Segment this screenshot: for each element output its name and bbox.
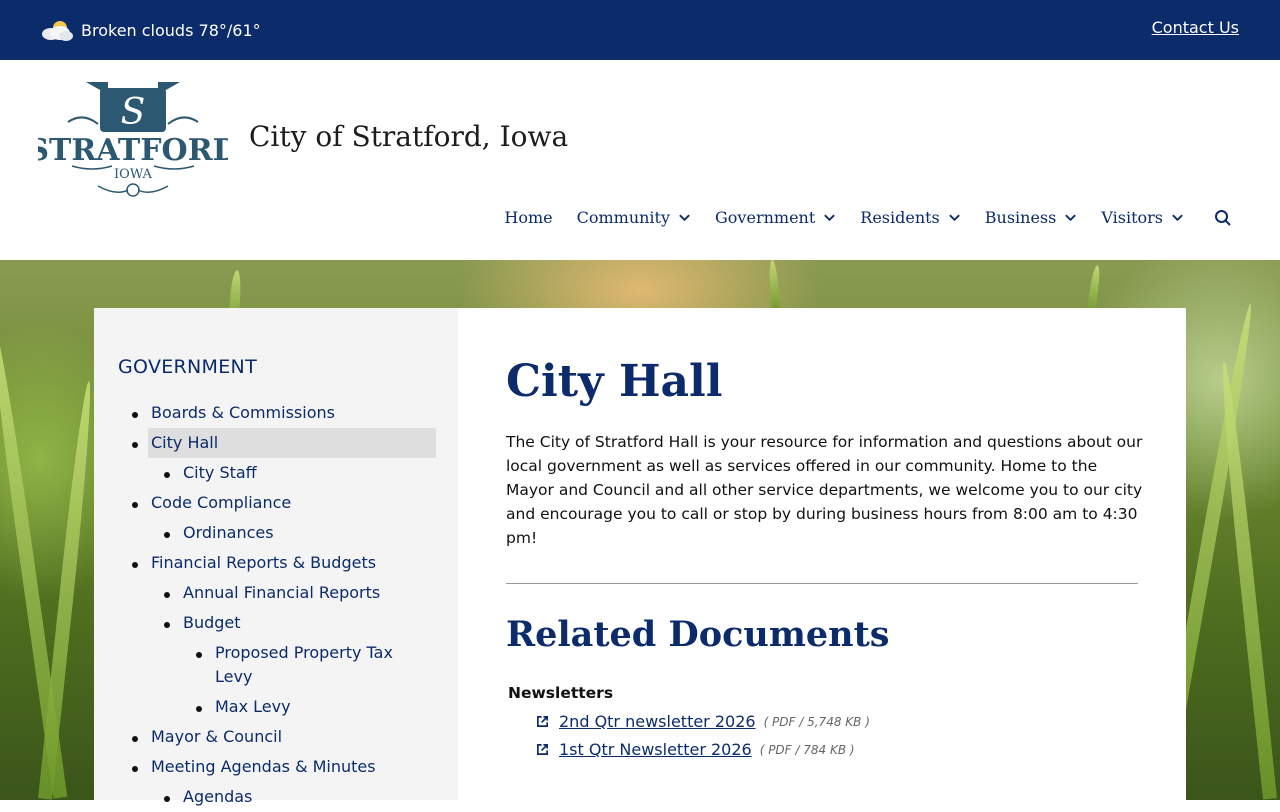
site-title[interactable]: City of Stratford, Iowa xyxy=(249,120,568,153)
nav-label: Community xyxy=(576,208,671,227)
sidebar-item-proposed-property-tax-levy[interactable]: Proposed Property Tax Levy xyxy=(94,638,458,692)
sidebar-item-budget[interactable]: Budget xyxy=(94,608,458,638)
nav-label: Home xyxy=(504,208,553,227)
nav-label: Government xyxy=(715,208,816,227)
sidebar-item-meeting-agendas-minutes[interactable]: Meeting Agendas & Minutes xyxy=(94,752,458,782)
sidebar-item-label: Code Compliance xyxy=(151,493,292,512)
main-navigation: Home Community Government Residents Busi… xyxy=(480,208,1232,227)
svg-text:S: S xyxy=(121,92,146,133)
sidebar-item-label: Ordinances xyxy=(183,523,274,542)
sidebar-item-max-levy[interactable]: Max Levy xyxy=(94,692,458,722)
sidebar-item-label: Max Levy xyxy=(215,697,291,716)
nav-label: Visitors xyxy=(1101,208,1163,227)
document-meta: ( PDF / 784 KB ) xyxy=(759,742,855,757)
site-header: S STRATFORD IOWA City of Stratford, Iowa… xyxy=(0,60,1280,260)
sidebar-item-label-line2: Levy xyxy=(215,667,253,686)
nav-item-government[interactable]: Government xyxy=(715,208,836,227)
sidebar-item-city-hall[interactable]: City Hall xyxy=(94,428,458,458)
nav-item-visitors[interactable]: Visitors xyxy=(1101,208,1184,227)
chevron-down-icon xyxy=(679,214,690,222)
sidebar-item-label: Mayor & Council xyxy=(151,727,283,746)
nav-item-home[interactable]: Home xyxy=(504,208,552,227)
document-link[interactable]: 1st Qtr Newsletter 2026 xyxy=(559,740,752,759)
logo-wordmark: STRATFORD xyxy=(38,133,228,168)
document-item: 2nd Qtr newsletter 2026 ( PDF / 5,748 KB… xyxy=(536,712,870,731)
main-content: City Hall The City of Stratford Hall is … xyxy=(458,308,1186,800)
nav-item-residents[interactable]: Residents xyxy=(860,208,961,227)
search-icon[interactable] xyxy=(1214,209,1232,227)
chevron-down-icon xyxy=(948,214,960,222)
document-item: 1st Qtr Newsletter 2026 ( PDF / 784 KB ) xyxy=(536,740,855,759)
intro-paragraph: The City of Stratford Hall is your resou… xyxy=(506,433,1143,547)
sidebar-item-label: Meeting Agendas & Minutes xyxy=(151,757,376,776)
utility-bar: Broken clouds 78°/61° Contact Us xyxy=(0,0,1280,60)
sidebar-item-label: City Hall xyxy=(151,433,219,452)
external-link-icon xyxy=(537,744,548,755)
sidebar-item-code-compliance[interactable]: Code Compliance xyxy=(94,488,458,518)
sidebar-item-agendas[interactable]: Agendas xyxy=(94,782,458,812)
sidebar-heading: GOVERNMENT xyxy=(118,356,257,378)
cloud-icon xyxy=(40,19,74,41)
related-documents-heading: Related Documents xyxy=(506,614,890,655)
sidebar-item-label: Financial Reports & Budgets xyxy=(151,553,377,572)
sidebar-item-city-staff[interactable]: City Staff xyxy=(94,458,458,488)
nav-item-community[interactable]: Community xyxy=(577,208,691,227)
sidebar-item-label: City Staff xyxy=(183,463,257,482)
weather-widget: Broken clouds 78°/61° xyxy=(40,17,261,43)
contact-us-link[interactable]: Contact Us xyxy=(1152,18,1239,37)
sidebar-nav-list: Boards & Commissions City Hall City Staf… xyxy=(94,398,458,812)
sidebar-item-label: Agendas xyxy=(183,787,253,806)
sidebar-item-label: Budget xyxy=(183,613,241,632)
site-logo[interactable]: S STRATFORD IOWA xyxy=(27,78,239,202)
page-title: City Hall xyxy=(506,356,723,407)
nav-label: Residents xyxy=(860,208,940,227)
sidebar-item-label: Annual Financial Reports xyxy=(183,583,381,602)
chevron-down-icon xyxy=(1172,214,1183,222)
sidebar-item-ordinances[interactable]: Ordinances xyxy=(94,518,458,548)
nav-label: Business xyxy=(984,208,1057,227)
document-link[interactable]: 2nd Qtr newsletter 2026 xyxy=(559,712,756,731)
sidebar-item-label: Boards & Commissions xyxy=(151,403,335,422)
chevron-down-icon xyxy=(1065,214,1077,222)
chevron-down-icon xyxy=(824,214,836,222)
document-meta: ( PDF / 5,748 KB ) xyxy=(763,714,870,729)
external-link-icon xyxy=(537,716,548,727)
section-divider xyxy=(506,583,1138,584)
sidebar-item-boards-commissions[interactable]: Boards & Commissions xyxy=(94,398,458,428)
section-sidebar: GOVERNMENT Boards & Commissions City Hal… xyxy=(94,308,458,806)
sidebar-item-mayor-council[interactable]: Mayor & Council xyxy=(94,722,458,752)
svg-text:IOWA: IOWA xyxy=(114,167,153,182)
sidebar-item-label: Proposed Property Tax xyxy=(215,643,393,662)
weather-text: Broken clouds 78°/61° xyxy=(81,20,261,40)
sidebar-item-annual-financial-reports[interactable]: Annual Financial Reports xyxy=(94,578,458,608)
sidebar-item-financial-reports-budgets[interactable]: Financial Reports & Budgets xyxy=(94,548,458,578)
nav-item-business[interactable]: Business xyxy=(985,208,1078,227)
document-category-heading: Newsletters xyxy=(508,684,614,702)
